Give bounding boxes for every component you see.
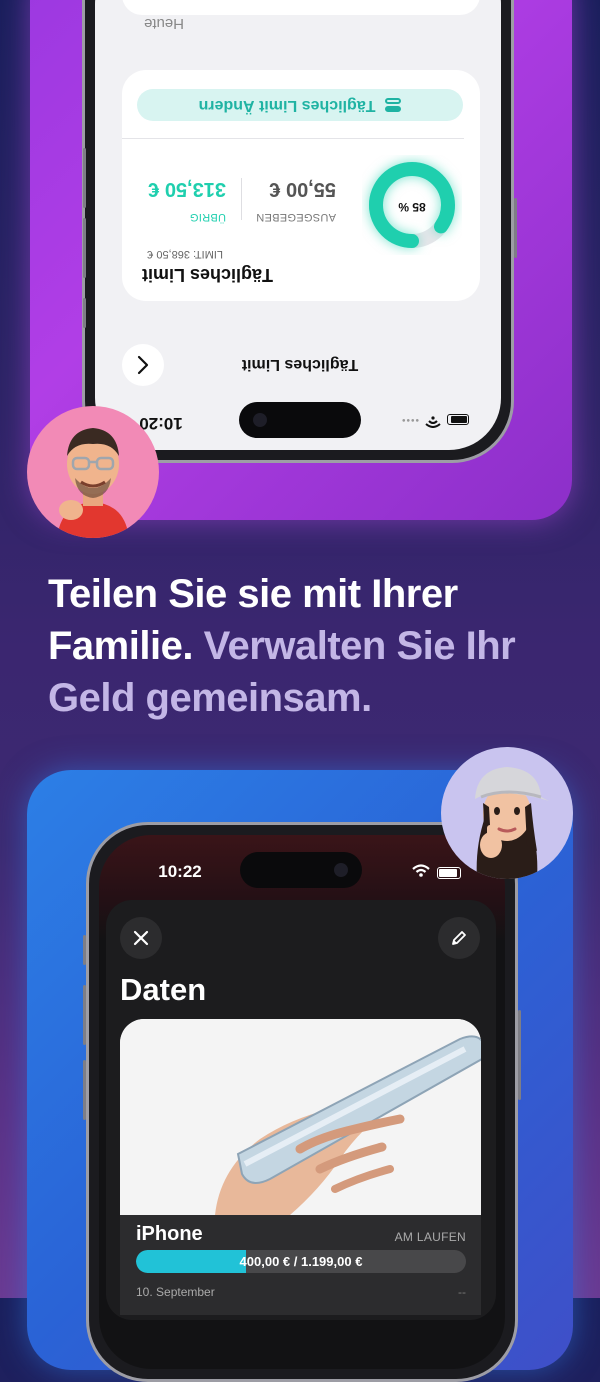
change-limit-label: Tägliches Limit Ändern	[198, 97, 376, 114]
side-button	[83, 935, 86, 965]
dynamic-island	[239, 402, 361, 438]
wifi-icon	[425, 411, 441, 429]
amount-separator	[241, 178, 242, 220]
side-button	[514, 198, 517, 258]
close-button[interactable]	[120, 917, 162, 959]
wifi-icon	[412, 864, 430, 882]
card-divider	[122, 138, 464, 139]
side-button	[83, 985, 86, 1045]
change-limit-button[interactable]: Tägliches Limit Ändern	[137, 89, 463, 121]
limit-ring: 85 %	[362, 155, 462, 255]
budget-progress: 400,00 € / 1.199,00 €	[136, 1250, 466, 1273]
status-icons: ••••	[389, 412, 469, 428]
side-button	[83, 298, 86, 328]
avatar-woman	[441, 747, 573, 879]
side-button	[518, 1010, 521, 1100]
side-button	[83, 148, 86, 208]
item-status: AM LAUFEN	[394, 1230, 466, 1244]
battery-icon	[437, 867, 461, 879]
section-label: Heute	[143, 15, 184, 32]
chevron-left-icon	[137, 355, 149, 375]
progress-text: 400,00 € / 1.199,00 €	[239, 1254, 363, 1269]
card-title: Tägliches Limit	[141, 265, 273, 285]
item-date: 10. September	[136, 1285, 215, 1299]
edit-button[interactable]	[438, 917, 480, 959]
signal-icon: ••••	[400, 414, 419, 426]
spent-label: AUSGEGEBEN	[255, 211, 336, 223]
dynamic-island-bottom	[240, 852, 362, 888]
spent-amount: 55,00 €	[269, 178, 336, 200]
nav-title: Tägliches Limit	[241, 356, 359, 373]
battery-icon	[447, 414, 469, 426]
remaining-label: ÜBRIG	[189, 211, 226, 223]
side-button	[83, 1060, 86, 1120]
item-name: iPhone	[136, 1223, 203, 1245]
limit-text: LIMIT: 368,50 €	[147, 248, 223, 260]
avatar-man	[27, 406, 159, 538]
side-button	[83, 218, 86, 278]
status-time-bottom: 10:22	[158, 862, 202, 881]
top-phone-flipped: 10:20 •••• Tägliches Limit Tägliches Lim…	[0, 0, 600, 463]
back-button[interactable]	[122, 344, 164, 386]
close-icon	[133, 930, 149, 946]
headline: Teilen Sie sie mit Ihrer Familie. Verwal…	[48, 568, 568, 724]
next-card	[122, 0, 480, 15]
product-photo	[120, 1019, 481, 1215]
toggle-icon	[385, 98, 402, 112]
item-date-trailing: --	[458, 1285, 466, 1299]
camera-dot	[334, 863, 348, 877]
remaining-amount: 313,50 €	[148, 178, 226, 200]
ring-percent: 85 %	[398, 200, 426, 214]
sheet-title: Daten	[120, 972, 207, 1007]
pencil-icon	[452, 931, 466, 945]
camera-dot	[253, 413, 267, 427]
status-icons-bottom	[412, 864, 461, 882]
